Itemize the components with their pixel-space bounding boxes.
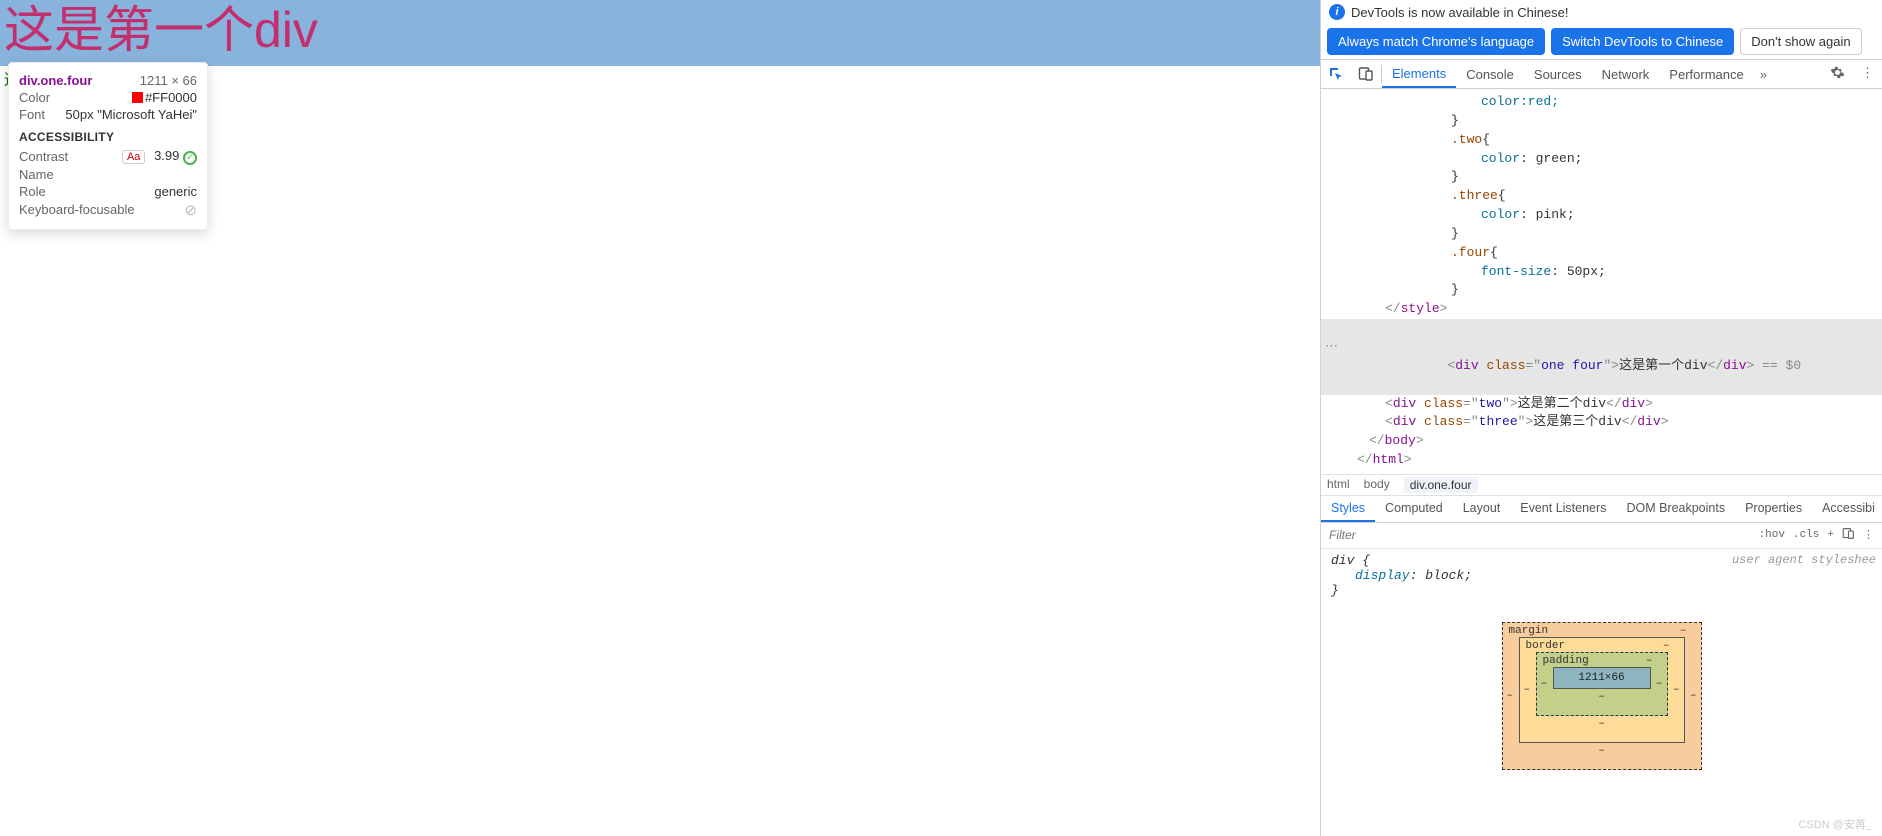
- inspect-tooltip: div.one.four 1211 × 66 Color #FF0000 Fon…: [8, 62, 208, 230]
- dont-show-button[interactable]: Don't show again: [1740, 28, 1861, 55]
- css-rule[interactable]: user agent styleshee div { display: bloc…: [1321, 549, 1882, 602]
- styles-tabs: Styles Computed Layout Event Listeners D…: [1321, 496, 1882, 523]
- stab-layout[interactable]: Layout: [1453, 496, 1511, 522]
- contrast-label: Contrast: [19, 149, 68, 164]
- role-label: Role: [19, 184, 46, 199]
- styles-more-icon[interactable]: ⋮: [1863, 528, 1874, 542]
- tab-elements[interactable]: Elements: [1382, 60, 1456, 88]
- banner-text: DevTools is now available in Chinese!: [1351, 5, 1569, 20]
- settings-icon[interactable]: [1830, 65, 1845, 83]
- crumb-current[interactable]: div.one.four: [1404, 477, 1478, 493]
- stab-a11y[interactable]: Accessibi: [1812, 496, 1882, 522]
- lang-banner: i DevTools is now available in Chinese!: [1321, 0, 1882, 24]
- hov-toggle[interactable]: :hov: [1759, 529, 1785, 541]
- inspect-icon[interactable]: [1321, 60, 1351, 88]
- crumb-body[interactable]: body: [1364, 477, 1390, 493]
- accessibility-section: ACCESSIBILITY: [19, 130, 197, 144]
- contrast-badge: Aa: [122, 150, 145, 164]
- font-value: 50px "Microsoft YaHei": [65, 107, 197, 122]
- stab-events[interactable]: Event Listeners: [1510, 496, 1616, 522]
- info-icon: i: [1329, 4, 1345, 20]
- stab-props[interactable]: Properties: [1735, 496, 1812, 522]
- watermark: CSDN @安苒_: [1798, 816, 1872, 832]
- devtools-panel: i DevTools is now available in Chinese! …: [1320, 0, 1882, 836]
- breadcrumb: html body div.one.four: [1321, 474, 1882, 496]
- tab-performance[interactable]: Performance: [1659, 60, 1753, 88]
- cls-toggle[interactable]: .cls: [1793, 529, 1819, 541]
- stab-dombp[interactable]: DOM Breakpoints: [1616, 496, 1735, 522]
- main-tabs: Elements Console Sources Network Perform…: [1382, 60, 1822, 88]
- devtools-toolbar: Elements Console Sources Network Perform…: [1321, 59, 1882, 89]
- tooltip-selector: div.one.four: [19, 73, 92, 88]
- stab-styles[interactable]: Styles: [1321, 496, 1375, 522]
- name-label: Name: [19, 167, 54, 182]
- crumb-html[interactable]: html: [1327, 477, 1350, 493]
- highlighted-div[interactable]: 这是第一个div: [0, 0, 1320, 66]
- device-styles-icon[interactable]: [1842, 527, 1855, 544]
- rendered-page: 这是第一个div 这 第二个div div.one.four 1211 × 66…: [0, 0, 1320, 836]
- box-model[interactable]: margin – – – border – – – padding – – –: [1502, 622, 1702, 770]
- more-tabs-icon[interactable]: »: [1760, 67, 1767, 82]
- tab-console[interactable]: Console: [1456, 60, 1524, 88]
- device-icon[interactable]: [1351, 60, 1381, 88]
- new-rule-icon[interactable]: +: [1827, 529, 1834, 541]
- color-label: Color: [19, 90, 50, 105]
- contrast-value: Aa 3.99 ✓: [122, 148, 197, 165]
- dom-tree[interactable]: color:red; } .two{ color: green; } .thre…: [1321, 89, 1882, 474]
- kebab-icon[interactable]: ⋮: [1861, 65, 1874, 83]
- ua-label: user agent styleshee: [1732, 553, 1876, 567]
- stab-computed[interactable]: Computed: [1375, 496, 1453, 522]
- filter-input[interactable]: [1321, 528, 1751, 542]
- font-label: Font: [19, 107, 45, 122]
- selected-dom-node[interactable]: ⋯ <div class="one four">这是第一个div</div> =…: [1321, 319, 1882, 394]
- ban-icon: ⊘: [184, 201, 197, 219]
- tab-network[interactable]: Network: [1592, 60, 1660, 88]
- color-swatch: [132, 92, 143, 103]
- tooltip-dimensions: 1211 × 66: [140, 73, 197, 88]
- box-content: 1211×66: [1553, 667, 1651, 689]
- tab-sources[interactable]: Sources: [1524, 60, 1592, 88]
- check-icon: ✓: [183, 151, 197, 165]
- kb-focus-label: Keyboard-focusable: [19, 202, 135, 217]
- role-value: generic: [154, 184, 197, 199]
- color-value: #FF0000: [132, 90, 197, 105]
- switch-lang-button[interactable]: Switch DevTools to Chinese: [1551, 28, 1734, 55]
- ellipsis-icon[interactable]: ⋯: [1325, 338, 1338, 357]
- match-lang-button[interactable]: Always match Chrome's language: [1327, 28, 1545, 55]
